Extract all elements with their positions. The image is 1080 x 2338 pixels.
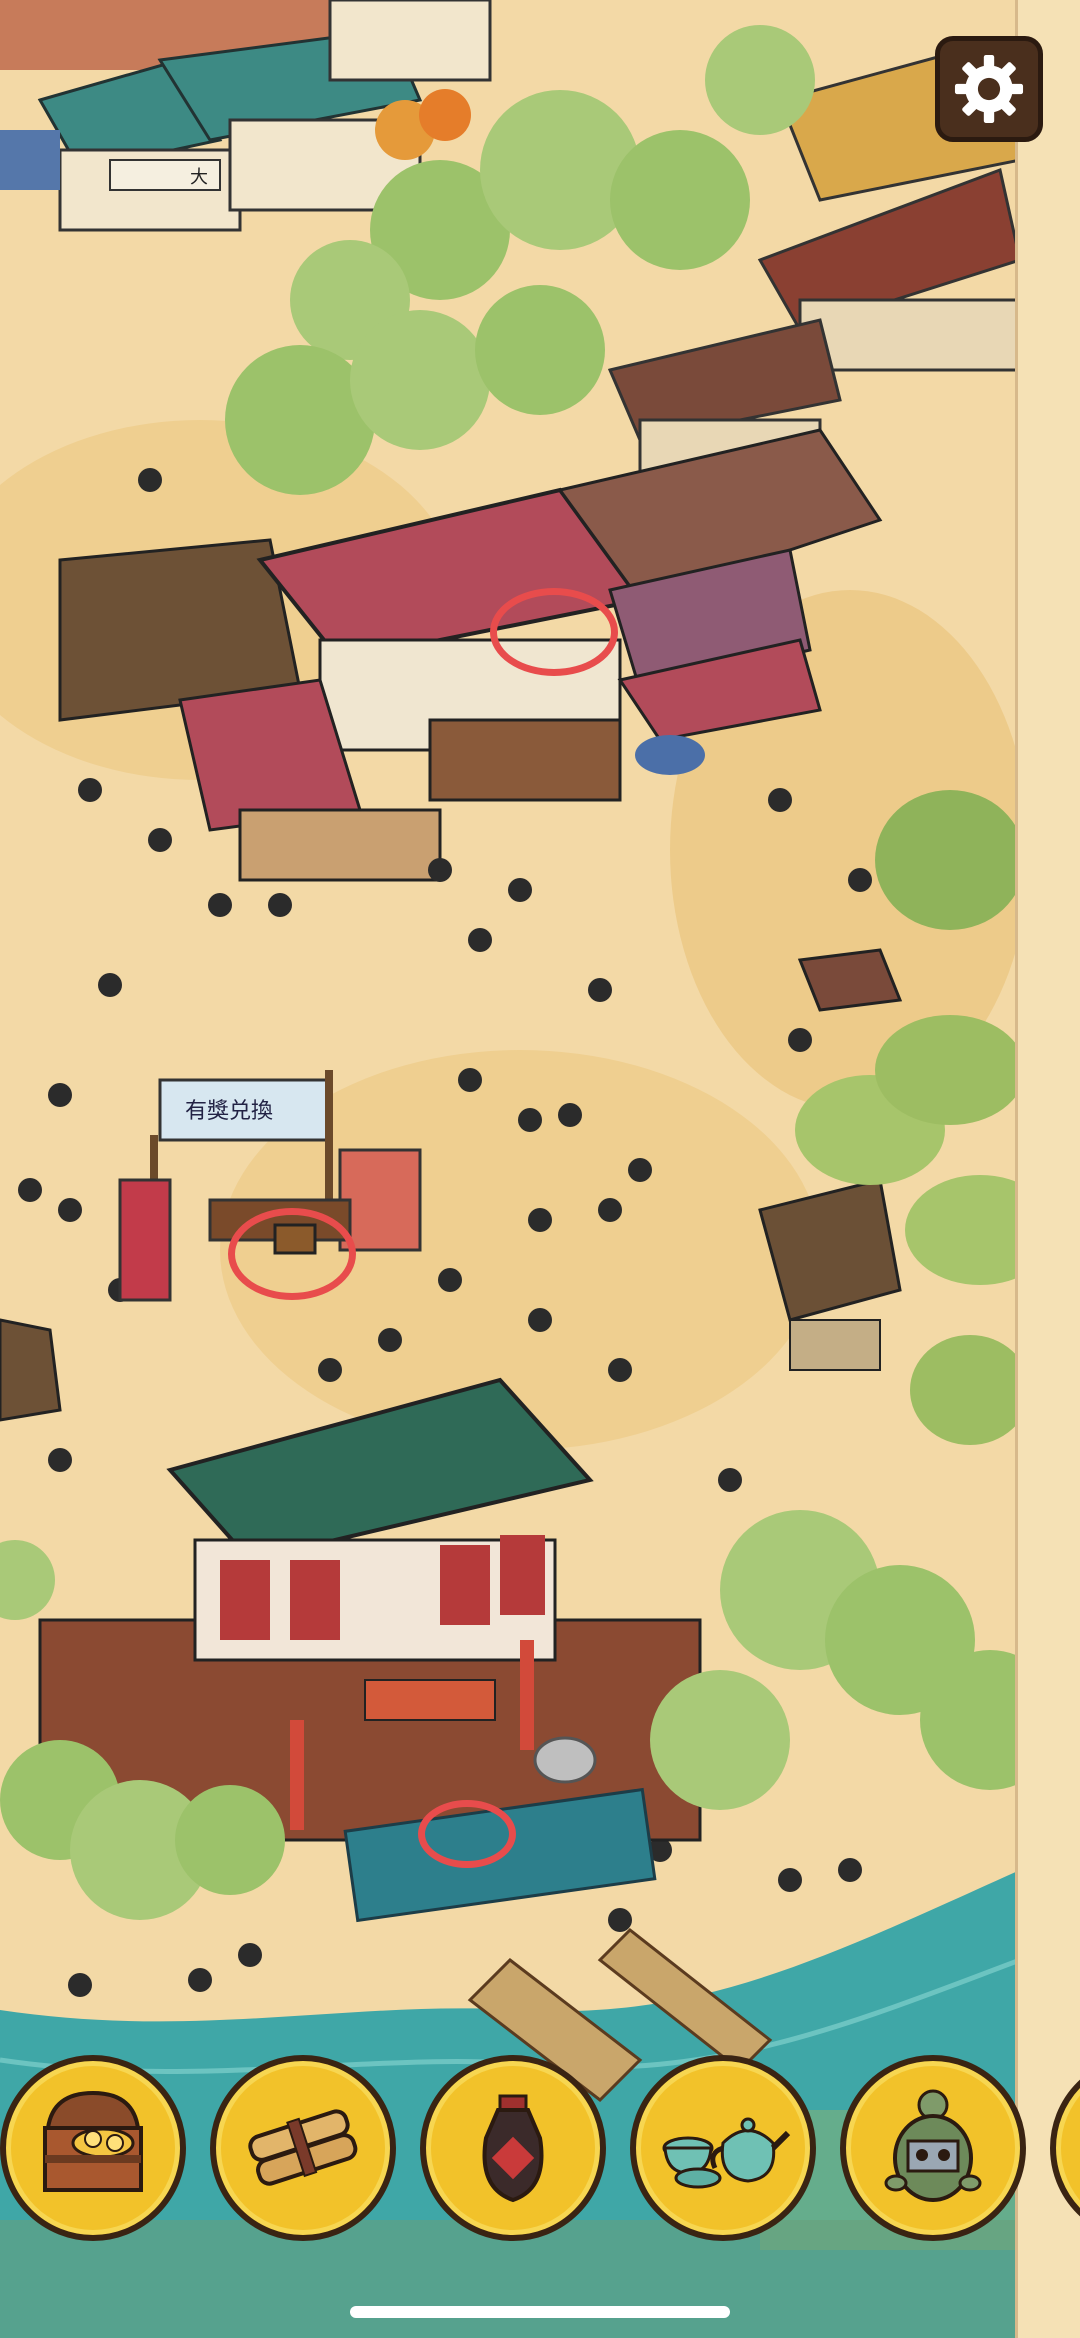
left-small-building [0,1318,62,1422]
treasure-chest-icon [43,2090,143,2192]
scroll-bundle-icon [248,2109,358,2186]
inventory-slot-partial[interactable] [1050,2055,1080,2241]
turtle-icon [884,2089,982,2202]
map-edge-strip [1015,0,1080,2338]
inventory-slot-treasure-chest[interactable] [0,2055,186,2241]
stall-banner: 有獎兑換 [185,1099,273,1124]
found-marker-chest[interactable] [228,1208,356,1300]
found-marker-balcony[interactable] [490,588,618,676]
inventory-slot-scroll-bundle[interactable] [210,2055,396,2241]
teapot-set-icon [662,2117,791,2189]
inventory-slot-teapot-set[interactable] [630,2055,816,2241]
inventory-slot-wine-jar[interactable] [420,2055,606,2241]
game-map[interactable]: 大 有獎兑換 [0,0,1080,2338]
game-screen: 大 有獎兑換 [0,0,1080,2338]
gear-icon [954,54,1024,124]
inventory-slot-turtle[interactable] [840,2055,1026,2241]
settings-button[interactable] [935,36,1043,142]
item-inventory-bar [0,2055,1080,2255]
wine-jar-icon [482,2094,544,2203]
found-marker-stone-figure[interactable] [418,1800,516,1868]
top-shop-sign: 大 [190,167,208,188]
home-indicator[interactable] [350,2306,730,2318]
